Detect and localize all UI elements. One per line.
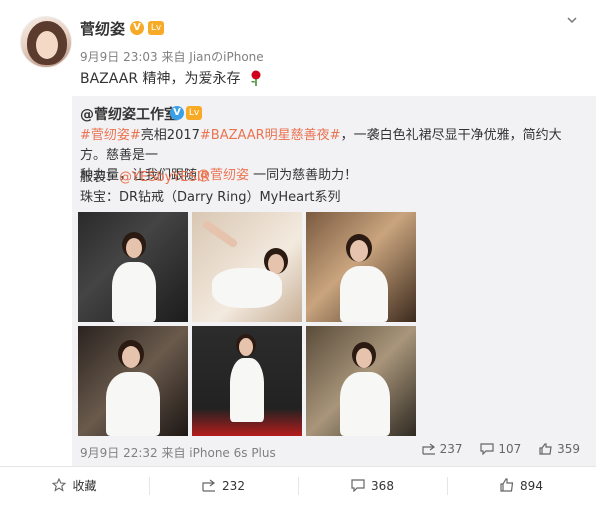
verified-icon: V	[130, 21, 144, 35]
weibo-card: 菅纫姿 V Lv 9月9日 23:03 来自 JianのiPhone BAZAA…	[0, 0, 596, 505]
photo-thumbnail[interactable]	[306, 326, 416, 436]
post-meta: 9月9日 23:03 来自 JianのiPhone	[80, 48, 264, 65]
like-button[interactable]: 894	[447, 467, 596, 505]
photo-thumbnail[interactable]	[192, 212, 302, 322]
comment-icon	[480, 443, 494, 455]
post-username[interactable]: 菅纫姿	[80, 18, 125, 39]
rose-icon	[249, 70, 263, 86]
hashtag-link[interactable]: #BAZAAR明星慈善夜#	[200, 128, 341, 143]
repost-comment-button[interactable]: 107	[480, 442, 525, 456]
photo-thumbnail[interactable]	[78, 212, 188, 322]
star-icon	[52, 478, 67, 492]
post-time[interactable]: 9月9日 23:03 来自 Jian	[80, 50, 211, 64]
member-badge-icon: Lv	[148, 21, 164, 35]
photo-thumbnail[interactable]	[78, 326, 188, 436]
share-icon	[202, 479, 216, 492]
verified-icon: V	[170, 106, 184, 120]
repost-box: @菅纫姿工作室 V Lv #菅纫姿#亮相2017#BAZAAR明星慈善夜#，一袭…	[72, 96, 596, 466]
repost-jewelry-line: 珠宝：DR钻戒（Darry Ring）MyHeart系列	[80, 190, 341, 205]
repost-clothing-line: 服装：@YESbyYESIR	[80, 170, 210, 185]
comment-icon	[351, 479, 365, 492]
favorite-button[interactable]: 收藏	[0, 467, 149, 505]
action-bar: 收藏 232 368 894	[0, 467, 596, 505]
repost-share-button[interactable]: 237	[422, 442, 467, 456]
photo-thumbnail[interactable]	[192, 326, 302, 436]
share-icon	[422, 443, 435, 455]
post-text: BAZAAR 精神，为爱永存	[80, 68, 263, 88]
member-badge-icon: Lv	[186, 106, 202, 120]
avatar[interactable]	[20, 16, 72, 68]
chevron-down-icon[interactable]	[566, 14, 578, 26]
repost-like-button[interactable]: 359	[539, 442, 580, 456]
repost-time[interactable]: 9月9日 22:32 来自 iPhone 6s Plus	[80, 444, 276, 461]
hashtag-link[interactable]: #菅纫姿#	[80, 128, 141, 143]
repost-stats: 237 107 359	[408, 442, 580, 456]
photo-thumbnail[interactable]	[306, 212, 416, 322]
comment-button[interactable]: 368	[298, 467, 447, 505]
thumbs-up-icon	[500, 478, 514, 492]
share-button[interactable]: 232	[149, 467, 298, 505]
thumbs-up-icon	[539, 443, 552, 455]
repost-username[interactable]: @菅纫姿工作室	[80, 104, 178, 124]
mention-link[interactable]: @YESbyYESIR	[119, 170, 210, 185]
post-source[interactable]: のiPhone	[211, 50, 264, 64]
